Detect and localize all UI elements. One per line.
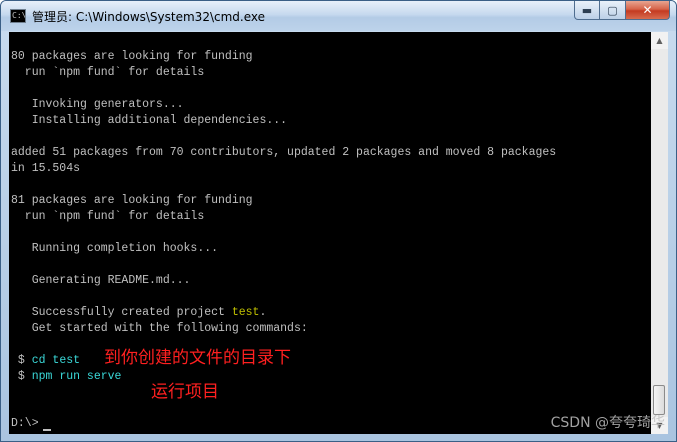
console-line: Invoking generators...: [11, 98, 184, 111]
console-output[interactable]: 80 packages are looking for funding run …: [9, 32, 651, 434]
console-line: in 15.504s: [11, 162, 81, 175]
prompt-symbol: $: [11, 354, 32, 367]
minimize-button[interactable]: ▬: [574, 1, 600, 20]
console-line: Generating README.md...: [11, 274, 191, 287]
caption-buttons: ▬ ▢ ✕: [574, 1, 670, 21]
csdn-watermark: CSDN @夸夸琦华: [550, 415, 665, 431]
console-line: added 51 packages from 70 contributors, …: [11, 146, 557, 159]
scroll-thumb[interactable]: [653, 385, 665, 415]
console-line: 80 packages are looking for funding: [11, 50, 253, 63]
console-line: 81 packages are looking for funding: [11, 194, 253, 207]
console-client-area[interactable]: 80 packages are looking for funding run …: [9, 32, 668, 434]
get-started-line: Get started with the following commands:: [11, 322, 308, 335]
console-line: run `npm fund` for details: [11, 66, 205, 79]
window-title: 管理员: C:\Windows\System32\cmd.exe: [32, 10, 265, 24]
success-line: Successfully created project test.: [11, 305, 267, 321]
text-cursor: [43, 429, 51, 431]
console-line: Installing additional dependencies...: [11, 114, 288, 127]
command-line-cd: $ cd test: [11, 353, 80, 369]
cmd-app-icon[interactable]: C:\: [10, 9, 26, 23]
final-prompt: D:\>: [11, 417, 39, 430]
close-button[interactable]: ✕: [626, 1, 670, 20]
vertical-scrollbar[interactable]: ▲ ▼: [651, 32, 668, 434]
annotation-serve: 运行项目: [151, 382, 219, 402]
console-line: run `npm fund` for details: [11, 210, 205, 223]
console-line: Running completion hooks...: [11, 242, 219, 255]
cmd-window: C:\ 管理员: C:\Windows\System32\cmd.exe ▬ ▢…: [0, 0, 677, 442]
maximize-button[interactable]: ▢: [600, 1, 626, 20]
scroll-up-arrow-icon[interactable]: ▲: [651, 32, 668, 49]
success-suffix: .: [259, 306, 267, 319]
title-bar[interactable]: C:\ 管理员: C:\Windows\System32\cmd.exe ▬ ▢…: [1, 1, 676, 31]
command-line-serve: $ npm run serve: [11, 369, 122, 385]
annotation-cd: 到你创建的文件的目录下: [104, 348, 291, 368]
success-text: Successfully created project: [11, 306, 232, 319]
command-text: npm run serve: [31, 370, 122, 383]
command-text: cd test: [31, 354, 81, 367]
prompt-symbol: $: [11, 370, 32, 383]
project-name: test: [231, 306, 260, 319]
